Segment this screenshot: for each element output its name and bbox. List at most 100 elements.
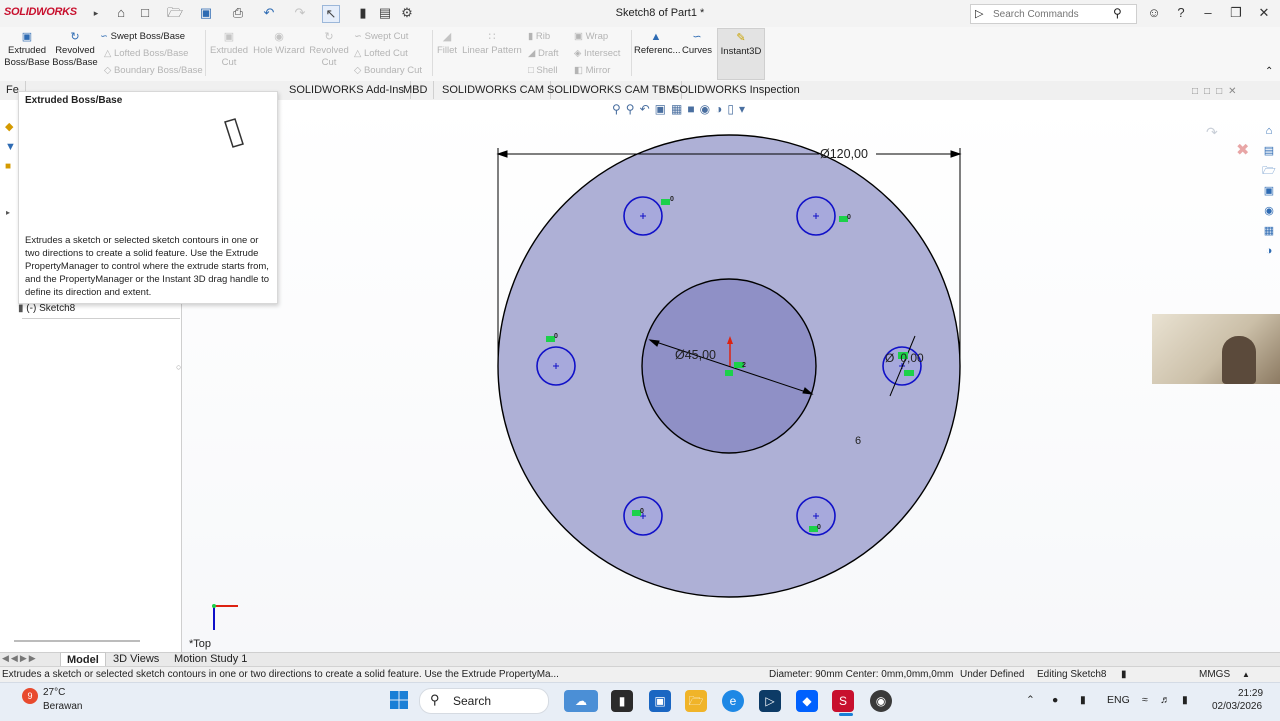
instant3d-button[interactable]: ✎ Instant3D bbox=[717, 28, 765, 80]
taskbar-edge-icon[interactable]: e bbox=[722, 690, 744, 712]
reference-geometry-button[interactable]: ▲ Referenc... bbox=[634, 31, 680, 57]
logo-menu-arrow-icon[interactable]: ▸ bbox=[88, 5, 104, 21]
undo-icon[interactable]: ↶ bbox=[261, 5, 277, 21]
wifi-icon[interactable]: ≈ bbox=[1142, 694, 1148, 706]
sketch-canvas[interactable] bbox=[182, 100, 1280, 652]
taskbar-task-view-icon[interactable]: ▮ bbox=[611, 690, 633, 712]
linear-pattern-button[interactable]: ∷ Linear Pattern bbox=[462, 31, 522, 57]
search-commands-box[interactable]: ▷ ⚲ bbox=[970, 4, 1137, 24]
account-icon[interactable]: ☺ bbox=[1143, 4, 1165, 22]
hole-diameter-dimension[interactable]: Ø 0,00 bbox=[885, 351, 924, 365]
lofted-cut-button[interactable]: △ Lofted Cut bbox=[354, 45, 408, 62]
taskbar-obs-icon[interactable]: ◉ bbox=[870, 690, 892, 712]
appearances-icon[interactable]: ▦ bbox=[1262, 224, 1276, 238]
restore-window-button[interactable]: ❐ bbox=[1225, 4, 1247, 22]
panel-splitter-handle[interactable]: ○ bbox=[176, 362, 181, 372]
wrap-button[interactable]: ▣ Wrap bbox=[574, 28, 608, 45]
redo-icon[interactable]: ↷ bbox=[292, 5, 308, 21]
expand-arrow-icon[interactable]: ▸ bbox=[6, 208, 10, 217]
revolved-cut-button[interactable]: ↻ Revolved Cut bbox=[308, 31, 350, 69]
unit-dropdown-icon[interactable]: ▲ bbox=[1242, 667, 1250, 683]
home-icon[interactable]: ⌂ bbox=[113, 5, 129, 21]
fillet-button[interactable]: ◢ Fillet bbox=[434, 31, 460, 57]
clock-time[interactable]: 21:29 bbox=[1238, 688, 1263, 699]
tree-item-sketch8[interactable]: ▮ (-) Sketch8 bbox=[18, 303, 75, 314]
weather-temperature[interactable]: 27°C bbox=[43, 687, 65, 698]
lofted-boss-base-button[interactable]: △ Lofted Boss/Base bbox=[104, 45, 188, 62]
taskbar-search[interactable]: ⚲ Search bbox=[419, 688, 549, 714]
tray-microphone-icon[interactable]: ▮ bbox=[1080, 694, 1086, 706]
graphics-area[interactable]: ⚲⚲↶▣▦■◉◑▯▾ □□□✕ Ø120,00 Ø45,00 Ø 0,00 6 … bbox=[182, 86, 1280, 652]
taskbar-file-explorer-icon[interactable]: 🗁 bbox=[685, 690, 707, 712]
center-diameter-dimension[interactable]: Ø45,00 bbox=[675, 348, 716, 362]
save-icon[interactable]: ▣ bbox=[198, 5, 214, 21]
battery-icon[interactable]: ▮ bbox=[1182, 694, 1188, 706]
taskbar-solidworks-icon[interactable]: S bbox=[832, 690, 854, 712]
tab-motion-study[interactable]: Motion Study 1 bbox=[168, 652, 253, 666]
tray-overflow-icon[interactable]: ⌃ bbox=[1026, 694, 1035, 706]
rib-button[interactable]: ▮ Rib bbox=[528, 28, 550, 45]
boundary-boss-base-button[interactable]: ◇ Boundary Boss/Base bbox=[104, 62, 203, 79]
tab-solidworks-addins[interactable]: SOLIDWORKS Add-Ins bbox=[283, 81, 411, 99]
close-sketch-icon[interactable]: ✖ bbox=[1236, 140, 1249, 160]
new-document-icon[interactable]: □ bbox=[137, 5, 153, 21]
view-palette-icon[interactable]: ◉ bbox=[1262, 204, 1276, 218]
tab-solidworks-cam[interactable]: SOLIDWORKS CAM bbox=[436, 81, 552, 99]
file-properties-icon[interactable]: ▤ bbox=[377, 5, 393, 21]
boundary-cut-button[interactable]: ◇ Boundary Cut bbox=[354, 62, 422, 79]
swept-cut-button[interactable]: ∽ Swept Cut bbox=[354, 28, 408, 45]
swept-boss-base-button[interactable]: ∽ Swept Boss/Base bbox=[100, 28, 185, 45]
weather-description[interactable]: Berawan bbox=[43, 701, 82, 712]
windows-start-button[interactable] bbox=[389, 690, 409, 710]
tab-3d-views[interactable]: 3D Views bbox=[107, 652, 165, 666]
hole-wizard-button[interactable]: ◉ Hole Wizard bbox=[252, 31, 306, 57]
magnifier-icon[interactable]: ⚲ bbox=[1113, 6, 1122, 20]
extruded-boss-base-button[interactable]: ▣ Extruded Boss/Base bbox=[4, 31, 50, 69]
minimize-window-button[interactable]: – bbox=[1197, 4, 1219, 22]
tab-solidworks-inspection[interactable]: SOLIDWORKS Inspection bbox=[666, 81, 806, 99]
home-taskpane-icon[interactable]: ⌂ bbox=[1262, 124, 1276, 138]
close-window-button[interactable]: ✕ bbox=[1253, 4, 1275, 22]
panel-horizontal-scrollbar[interactable] bbox=[14, 640, 140, 642]
filter-icon[interactable]: ▼ bbox=[5, 141, 16, 153]
taskbar-app-icon[interactable]: ☁ bbox=[564, 690, 598, 712]
intersect-button[interactable]: ◈ Intersect bbox=[574, 45, 620, 62]
draft-button[interactable]: ◢ Draft bbox=[528, 45, 559, 62]
solidworks-logo[interactable]: SOLIDWORKS bbox=[4, 6, 77, 18]
shell-button[interactable]: □ Shell bbox=[528, 62, 558, 79]
viewport-window-controls[interactable]: □□□✕ bbox=[1192, 86, 1243, 97]
sensors-icon[interactable]: ■ bbox=[5, 161, 11, 172]
mirror-button[interactable]: ◧ Mirror bbox=[574, 62, 610, 79]
taskbar-terminal-icon[interactable]: ▷ bbox=[759, 690, 781, 712]
traffic-light-icon[interactable]: ▮ bbox=[355, 5, 371, 21]
options-gear-icon[interactable]: ⚙ bbox=[399, 5, 415, 21]
curves-button[interactable]: ∽ Curves bbox=[680, 31, 714, 57]
weather-icon[interactable]: 9 bbox=[22, 688, 38, 704]
outer-diameter-dimension[interactable]: Ø120,00 bbox=[820, 147, 868, 161]
tab-model[interactable]: Model bbox=[60, 652, 106, 667]
file-explorer-icon[interactable]: ▣ bbox=[1262, 184, 1276, 198]
clock-date[interactable]: 02/03/2026 bbox=[1212, 701, 1262, 712]
open-folder-icon[interactable]: 🗁 bbox=[167, 5, 183, 21]
extruded-cut-button[interactable]: ▣ Extruded Cut bbox=[208, 31, 250, 69]
custom-properties-icon[interactable]: ◑ bbox=[1262, 244, 1276, 258]
resources-taskpane-icon[interactable]: ▤ bbox=[1262, 144, 1276, 158]
part-icon[interactable]: ◆ bbox=[5, 120, 13, 133]
rebuild-icon[interactable]: ▮ bbox=[1121, 667, 1127, 683]
taskbar-dropbox-icon[interactable]: ◆ bbox=[796, 690, 818, 712]
design-library-icon[interactable]: 🗁 bbox=[1262, 164, 1276, 178]
tab-solidworks-cam-tbm[interactable]: SOLIDWORKS CAM TBM bbox=[541, 81, 683, 99]
select-arrow-icon[interactable]: ↖ bbox=[322, 5, 340, 23]
volume-icon[interactable]: ♬ bbox=[1160, 694, 1171, 706]
confirm-sketch-icon[interactable]: ↷ bbox=[1206, 124, 1218, 141]
tab-mbd[interactable]: MBD bbox=[397, 81, 435, 99]
tab-scroll-arrows[interactable]: ◀◀▶▶ bbox=[2, 653, 38, 664]
taskbar-store-icon[interactable]: ▣ bbox=[649, 690, 671, 712]
revolved-boss-base-button[interactable]: ↻ Revolved Boss/Base bbox=[52, 31, 98, 69]
print-icon[interactable]: ⎙ bbox=[230, 5, 246, 21]
search-commands-input[interactable] bbox=[991, 6, 1113, 22]
language-indicator[interactable]: ENG bbox=[1107, 694, 1130, 706]
unit-system[interactable]: MMGS bbox=[1199, 667, 1230, 683]
tray-security-icon[interactable]: ● bbox=[1052, 694, 1058, 706]
help-icon[interactable]: ? bbox=[1170, 4, 1192, 22]
